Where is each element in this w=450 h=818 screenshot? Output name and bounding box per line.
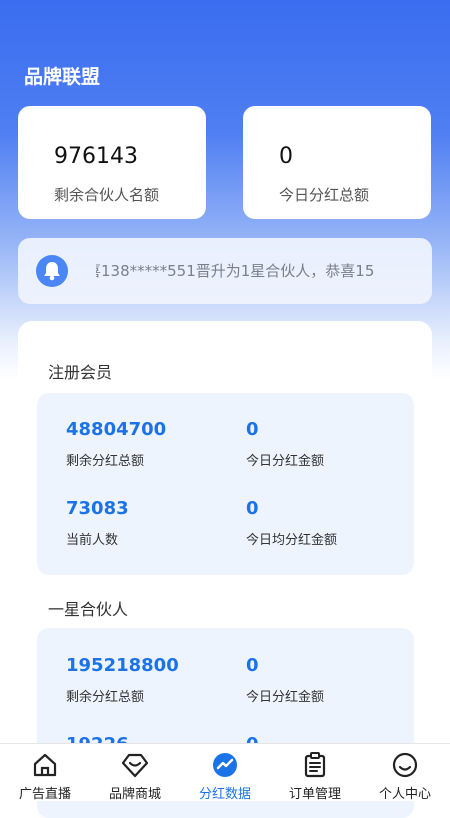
metric-value: 195218800 xyxy=(66,655,179,676)
metric-value: 48804700 xyxy=(66,419,167,440)
tab-dividend-data[interactable]: 分红数据 xyxy=(180,744,270,802)
metric-today-average-dividend: 0 今日均分红金额 xyxy=(246,498,337,548)
brand-icon xyxy=(121,753,149,778)
metric-label: 剩余分红总额 xyxy=(66,454,145,469)
stat-card-today-dividend: 0 今日分红总额 xyxy=(243,106,431,219)
metric-current-members: 73083 当前人数 xyxy=(66,498,129,548)
section-title-registered-members: 注册会员 xyxy=(48,363,113,382)
metric-value: 0 xyxy=(246,419,259,440)
tab-label: 品牌商城 xyxy=(108,787,161,802)
metric-remaining-dividend: 48804700 剩余分红总额 xyxy=(66,419,166,469)
tab-ad-live[interactable]: 广告直播 xyxy=(0,744,90,802)
tab-label: 个人中心 xyxy=(378,787,431,802)
tab-personal-center[interactable]: 个人中心 xyxy=(360,744,450,802)
dividend-content: 注册会员 48804700 剩余分红总额 0 今日分红金额 73083 当前人数… xyxy=(18,321,432,818)
stat-value: 0 xyxy=(279,144,293,169)
metric-label: 剩余分红总额 xyxy=(66,690,145,705)
metric-value: 0 xyxy=(246,498,259,519)
notice-bar[interactable]: 喜138*****551晋升为1星合伙人，恭喜15 xyxy=(18,238,432,304)
clipboard-icon xyxy=(304,752,326,778)
home-icon xyxy=(33,753,57,777)
tab-brand-mall[interactable]: 品牌商城 xyxy=(90,744,180,802)
section-title-one-star-partner: 一星合伙人 xyxy=(48,600,129,619)
metric-today-dividend: 0 今日分红金额 xyxy=(246,419,324,469)
metric-value: 0 xyxy=(246,655,259,676)
bell-icon xyxy=(36,255,68,287)
notice-marquee: 喜138*****551晋升为1星合伙人，恭喜15 xyxy=(96,260,416,284)
metric-remaining-dividend: 195218800 剩余分红总额 xyxy=(66,655,179,705)
tab-label: 广告直播 xyxy=(18,787,71,802)
tab-order-management[interactable]: 订单管理 xyxy=(270,744,360,802)
metric-label: 今日分红金额 xyxy=(246,454,325,469)
metric-label: 当前人数 xyxy=(66,533,119,548)
metric-label: 今日分红金额 xyxy=(246,690,325,705)
tab-label: 订单管理 xyxy=(288,787,341,802)
metric-today-dividend: 0 今日分红金额 xyxy=(246,655,324,705)
panel-registered-members: 48804700 剩余分红总额 0 今日分红金额 73083 当前人数 0 今日… xyxy=(37,393,414,575)
smile-icon xyxy=(392,752,418,778)
stat-label: 今日分红总额 xyxy=(279,186,370,204)
tab-label: 分红数据 xyxy=(198,787,251,802)
stat-value: 976143 xyxy=(54,144,138,169)
metric-label: 今日均分红金额 xyxy=(246,533,338,548)
chart-icon xyxy=(213,753,237,777)
metric-value: 73083 xyxy=(66,498,129,519)
bottom-tab-bar: 广告直播 品牌商城 分红数据 订单管理 个人中心 xyxy=(0,743,450,802)
page-title: 品牌联盟 xyxy=(24,66,101,88)
stat-card-remaining-slots: 976143 剩余合伙人名额 xyxy=(18,106,206,219)
notice-text: 喜138*****551晋升为1星合伙人，恭喜15 xyxy=(96,262,375,280)
stat-label: 剩余合伙人名额 xyxy=(54,186,160,204)
